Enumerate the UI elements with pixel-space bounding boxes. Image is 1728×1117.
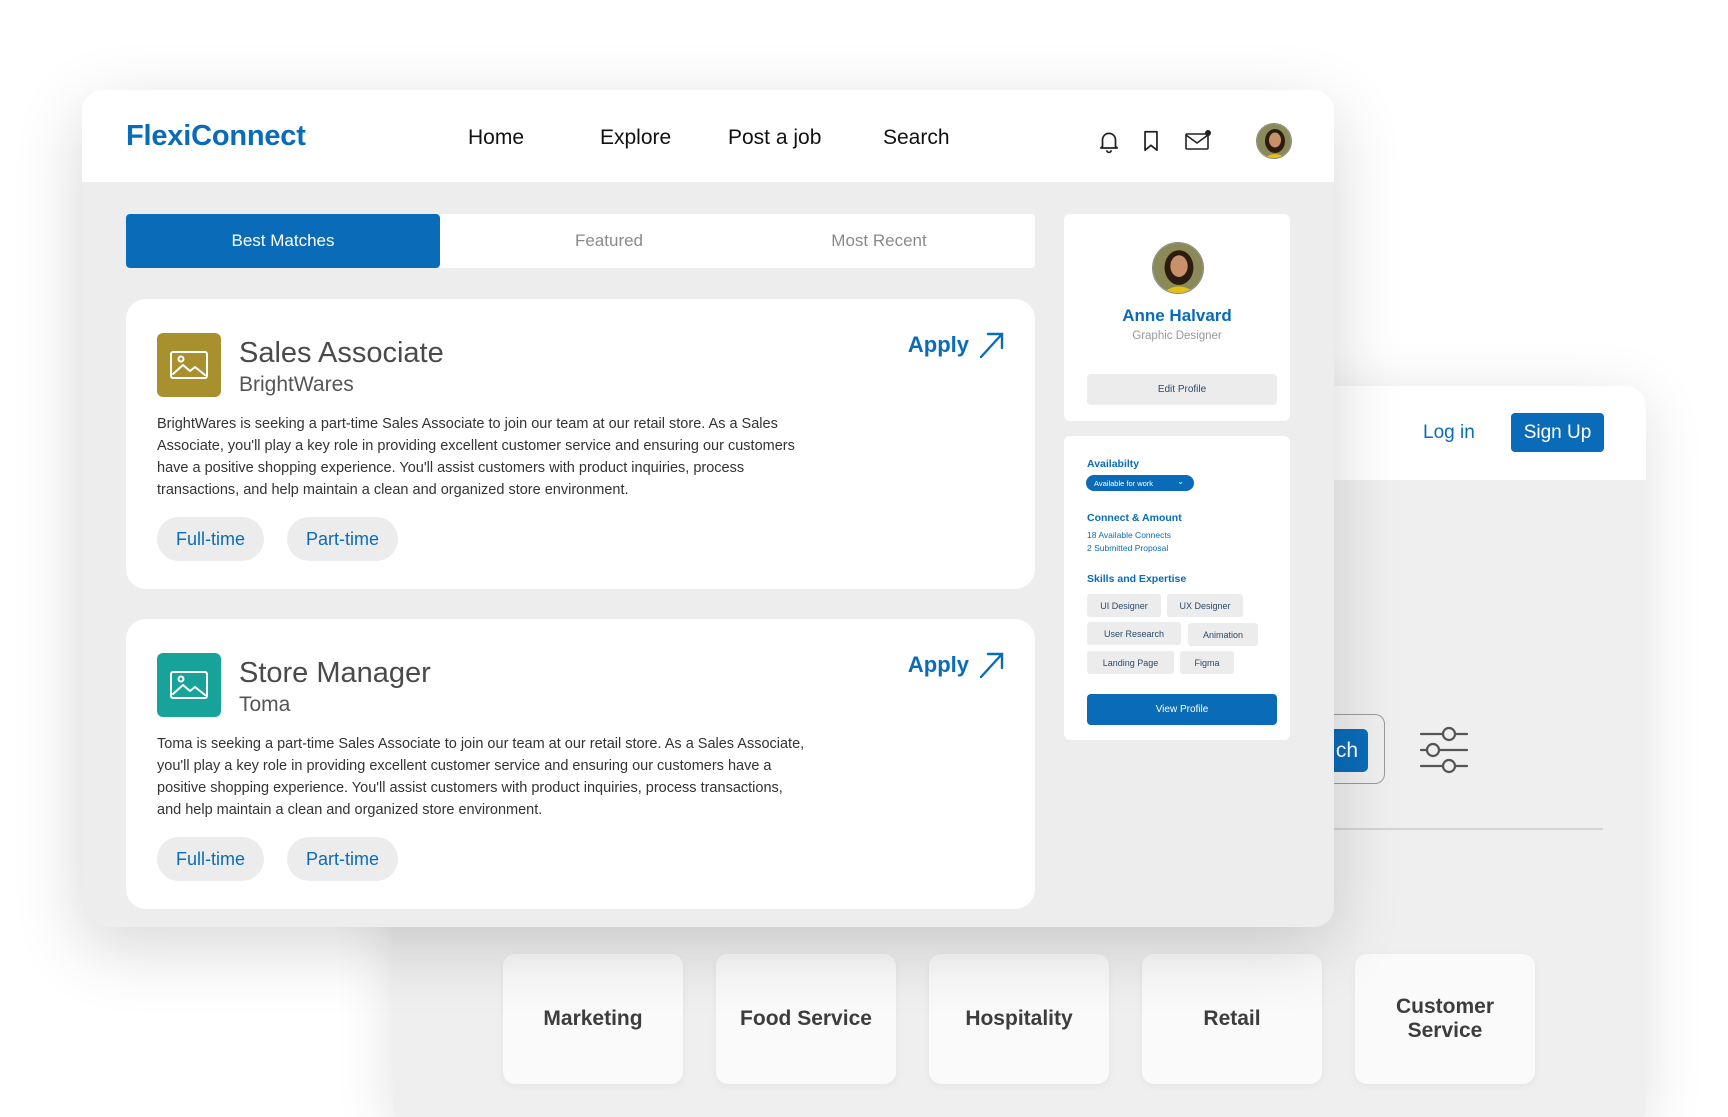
- category-card-retail[interactable]: Retail: [1142, 954, 1322, 1084]
- arrow-up-right-icon: [979, 652, 1004, 679]
- profile-avatar[interactable]: [1152, 242, 1204, 294]
- nav-explore[interactable]: Explore: [600, 126, 671, 150]
- nav-post-a-job[interactable]: Post a job: [728, 126, 821, 150]
- tab-best-matches[interactable]: Best Matches: [126, 214, 440, 268]
- availability-value: Available for work: [1094, 478, 1154, 488]
- category-card-customer-service[interactable]: Customer Service: [1355, 954, 1535, 1084]
- job-tags: Full-time Part-time: [157, 517, 399, 561]
- category-card-hospitality[interactable]: Hospitality: [929, 954, 1109, 1084]
- profile-role: Graphic Designer: [1132, 330, 1222, 342]
- category-list: Marketing Food Service Hospitality Retai…: [503, 954, 1535, 1084]
- view-profile-button[interactable]: View Profile: [1087, 694, 1277, 725]
- company-logo-image-icon: [157, 653, 221, 717]
- login-link[interactable]: Log in: [1423, 422, 1475, 444]
- skill-chip[interactable]: Landing Page: [1087, 651, 1174, 674]
- nav-search[interactable]: Search: [883, 126, 950, 150]
- bell-icon[interactable]: [1096, 128, 1122, 154]
- user-avatar[interactable]: [1256, 123, 1292, 159]
- signup-button[interactable]: Sign Up: [1511, 413, 1604, 452]
- job-description: Toma is seeking a part-time Sales Associ…: [157, 736, 805, 818]
- arrow-up-right-icon: [979, 332, 1004, 359]
- profile-summary-card: Anne Halvard Graphic Designer Edit Profi…: [1064, 214, 1290, 421]
- available-connects[interactable]: 18 Available Connects: [1087, 530, 1171, 540]
- apply-link[interactable]: Apply: [908, 651, 1005, 679]
- chevron-down-icon: ⌄: [1177, 477, 1184, 486]
- category-card-marketing[interactable]: Marketing: [503, 954, 683, 1084]
- profile-name[interactable]: Anne Halvard: [1064, 306, 1290, 326]
- job-description: BrightWares is seeking a part-time Sales…: [157, 416, 795, 498]
- connect-amount-heading: Connect & Amount: [1087, 512, 1182, 524]
- filter-sliders-icon[interactable]: [1419, 726, 1469, 774]
- company-name: Toma: [239, 693, 291, 716]
- apply-label: Apply: [907, 332, 969, 357]
- job-card[interactable]: Sales Associate BrightWares Apply Bright…: [126, 299, 1035, 589]
- submitted-proposals[interactable]: 2 Submitted Proposal: [1087, 543, 1168, 553]
- job-title[interactable]: Store Manager: [239, 657, 431, 690]
- apply-link[interactable]: Apply: [908, 331, 1005, 359]
- skill-chip[interactable]: UX Designer: [1167, 594, 1243, 617]
- tag-full-time[interactable]: Full-time: [157, 517, 265, 561]
- brand-logo[interactable]: FlexiConnect: [126, 120, 306, 153]
- top-nav-bar: FlexiConnect Home Explore Post a job Sea…: [82, 90, 1334, 182]
- skills-heading: Skills and Expertise: [1087, 573, 1187, 585]
- tab-featured[interactable]: Featured: [526, 214, 692, 268]
- job-tags: Full-time Part-time: [157, 837, 399, 881]
- tag-full-time[interactable]: Full-time: [157, 837, 265, 881]
- company-name: BrightWares: [239, 373, 354, 396]
- profile-details-card: Availabilty Available for work ⌄ Connect…: [1064, 436, 1290, 740]
- tab-most-recent[interactable]: Most Recent: [796, 214, 962, 268]
- bookmark-icon[interactable]: [1138, 128, 1164, 154]
- mail-icon[interactable]: [1184, 128, 1212, 154]
- skill-chip[interactable]: Figma: [1180, 651, 1234, 674]
- job-card[interactable]: Store Manager Toma Apply Toma is seeking…: [126, 619, 1035, 909]
- job-title[interactable]: Sales Associate: [239, 337, 444, 370]
- apply-label: Apply: [907, 652, 969, 677]
- availability-heading: Availabilty: [1087, 458, 1140, 470]
- job-filter-tabs: Best Matches Featured Most Recent: [126, 214, 1035, 268]
- nav-home[interactable]: Home: [468, 126, 524, 150]
- main-window: FlexiConnect Home Explore Post a job Sea…: [82, 90, 1334, 927]
- tag-part-time[interactable]: Part-time: [287, 517, 399, 561]
- edit-profile-button[interactable]: Edit Profile: [1087, 374, 1277, 405]
- category-card-food-service[interactable]: Food Service: [716, 954, 896, 1084]
- availability-dropdown[interactable]: Available for work ⌄: [1086, 475, 1194, 491]
- company-logo-image-icon: [157, 333, 221, 397]
- skill-chip[interactable]: UI Designer: [1087, 594, 1161, 617]
- tag-part-time[interactable]: Part-time: [287, 837, 399, 881]
- skill-chip[interactable]: Animation: [1188, 623, 1258, 646]
- skill-chip[interactable]: User Research: [1087, 622, 1181, 645]
